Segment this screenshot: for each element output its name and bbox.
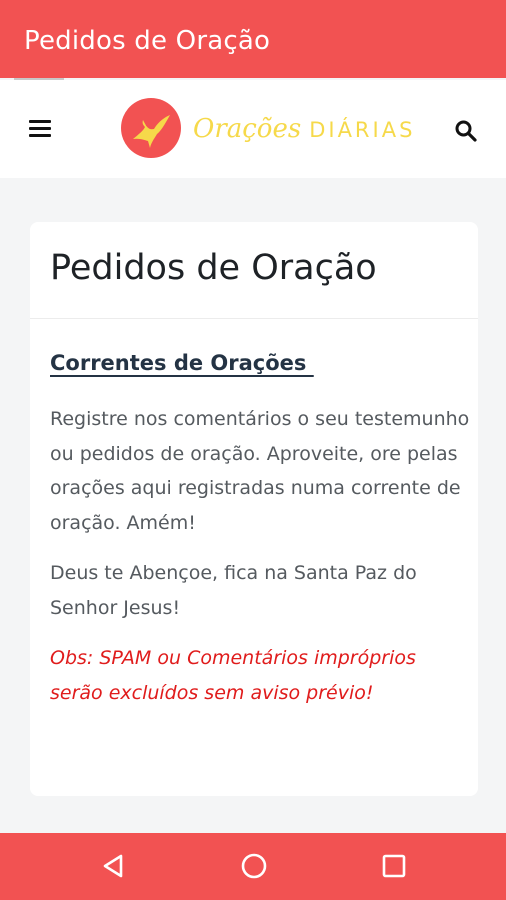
system-navigation-bar <box>0 833 506 900</box>
paragraph-blessing: Deus te Abençoe, fica na Santa Paz do Se… <box>50 562 417 619</box>
dove-icon <box>121 98 181 158</box>
prayer-card: Pedidos de Oração Correntes de Orações R… <box>30 222 478 796</box>
section-heading-link[interactable]: Correntes de Orações <box>50 344 470 382</box>
card-content: Correntes de Orações Registre nos coment… <box>50 344 470 726</box>
recents-square-icon[interactable] <box>379 851 409 881</box>
divider <box>30 318 478 319</box>
hamburger-menu-icon[interactable] <box>29 120 51 138</box>
paragraph-instructions: Registre nos comentários o seu testemunh… <box>50 408 470 534</box>
page-title: Pedidos de Oração <box>50 248 377 288</box>
search-icon[interactable] <box>454 119 478 143</box>
logo-text: Orações DIÁRIAS <box>193 112 415 146</box>
home-circle-icon[interactable] <box>239 851 269 881</box>
app-bar: Pedidos de Oração <box>0 0 506 78</box>
logo-caps-text: DIÁRIAS <box>309 118 416 142</box>
app-title: Pedidos de Oração <box>24 26 271 56</box>
site-logo[interactable]: Orações DIÁRIAS <box>121 98 412 160</box>
spam-warning-text: Obs: SPAM ou Comentários impróprios serã… <box>50 647 416 704</box>
logo-script-text: Orações <box>193 114 302 144</box>
back-triangle-icon[interactable] <box>99 851 129 881</box>
site-header: Orações DIÁRIAS <box>0 80 506 178</box>
